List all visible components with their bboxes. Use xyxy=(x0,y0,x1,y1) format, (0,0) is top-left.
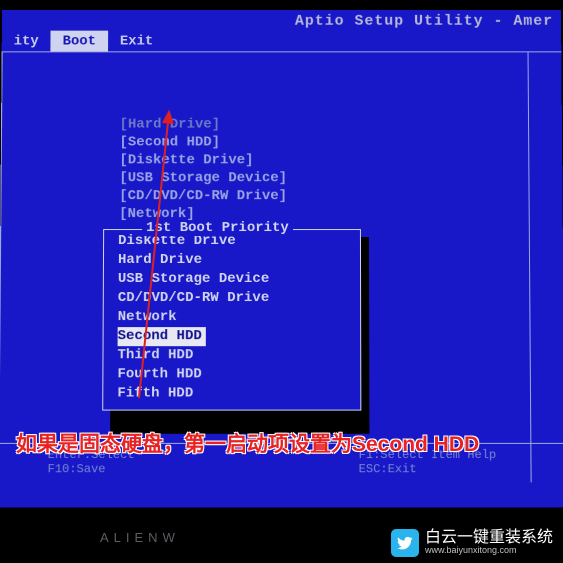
popup-option[interactable]: CD/DVD/CD-RW Drive xyxy=(104,289,360,308)
popup-option[interactable]: Fifth HDD xyxy=(103,384,360,403)
boot-item[interactable]: [USB Storage Device] xyxy=(119,169,287,187)
popup-option[interactable]: Network xyxy=(104,308,361,327)
watermark-text: 白云一键重装系统 xyxy=(425,531,553,545)
tab-exit[interactable]: Exit xyxy=(108,31,165,52)
popup-title: 1st Boot Priority xyxy=(142,220,293,236)
annotation-text: 如果是固态硬盘，第一启动项设置为Second HDD xyxy=(16,428,479,458)
laptop-brand: ALIENW xyxy=(100,530,180,545)
boot-item[interactable]: [Second HDD] xyxy=(119,134,287,152)
popup-option[interactable]: Hard Drive xyxy=(104,251,360,270)
boot-item[interactable]: [Diskette Drive] xyxy=(119,151,287,169)
boot-order-list: [Hard Drive] [Second HDD] [Diskette Driv… xyxy=(119,116,287,223)
main-panel: [Hard Drive] [Second HDD] [Diskette Driv… xyxy=(0,52,563,482)
bios-title: Aptio Setup Utility - Amer xyxy=(2,10,561,31)
bird-icon xyxy=(391,529,419,557)
watermark: 白云一键重装系统 www.baiyunxitong.com xyxy=(391,529,553,557)
hint-esc: ESC:Exit xyxy=(359,462,497,476)
popup-option[interactable]: USB Storage Device xyxy=(104,270,360,289)
menu-tabs: ity Boot Exit xyxy=(2,31,562,53)
help-panel xyxy=(528,52,563,482)
tab-boot[interactable]: Boot xyxy=(51,31,108,52)
tab-partial[interactable]: ity xyxy=(2,31,51,52)
boot-category[interactable]: [Hard Drive] xyxy=(120,116,287,134)
watermark-url: www.baiyunxitong.com xyxy=(425,545,553,555)
popup-option-selected[interactable]: Second HDD xyxy=(118,327,206,346)
boot-item[interactable]: [CD/DVD/CD-RW Drive] xyxy=(119,187,287,205)
hint-f10: F10:Save xyxy=(48,462,135,476)
